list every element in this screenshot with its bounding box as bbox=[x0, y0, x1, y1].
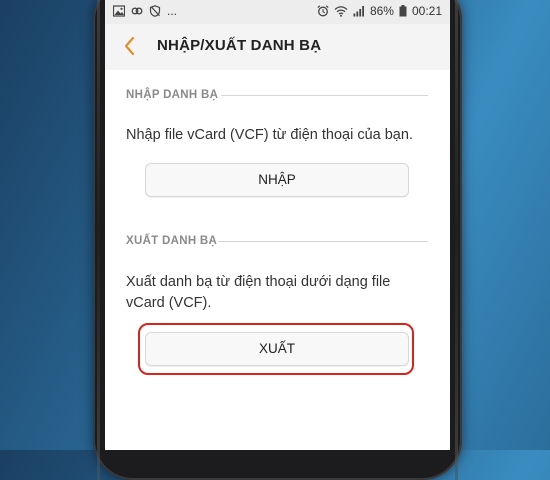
export-section-header: XUẤT DANH BẠ bbox=[126, 235, 218, 247]
battery-icon bbox=[399, 5, 407, 17]
content-panel: NHẬP DANH BẠ Nhập file vCard (VCF) từ đi… bbox=[105, 70, 450, 450]
page-title: NHẬP/XUẤT DANH BẠ bbox=[157, 37, 322, 54]
signal-icon bbox=[353, 6, 364, 17]
export-button[interactable]: XUẤT bbox=[145, 332, 409, 366]
status-time: 00:21 bbox=[411, 4, 442, 18]
status-overflow: ... bbox=[167, 4, 178, 18]
shield-off-icon bbox=[149, 5, 161, 17]
phone-screen: ... 86% 00:21 NHẬP/XUẤT DANH BẠ NHẬP DAN… bbox=[105, 0, 450, 450]
import-section-divider bbox=[221, 95, 428, 96]
status-right: 86% 00:21 bbox=[317, 4, 442, 18]
import-section-header: NHẬP DANH BẠ bbox=[126, 89, 219, 101]
wifi-icon bbox=[334, 6, 348, 17]
chevron-left-icon bbox=[124, 36, 135, 56]
import-button[interactable]: NHẬP bbox=[145, 163, 409, 197]
import-description: Nhập file vCard (VCF) từ điện thoại của … bbox=[126, 127, 413, 143]
image-icon bbox=[113, 5, 125, 17]
export-description: Xuất danh bạ từ điện thoại dưới dạng fil… bbox=[126, 274, 391, 311]
link-icon bbox=[131, 7, 143, 15]
app-bar: NHẬP/XUẤT DANH BẠ bbox=[105, 24, 450, 70]
alarm-icon bbox=[317, 5, 329, 17]
status-left: ... bbox=[113, 4, 177, 18]
export-section-divider bbox=[218, 241, 428, 242]
back-button[interactable] bbox=[119, 34, 141, 58]
battery-percent: 86% bbox=[369, 4, 394, 18]
status-bar: ... 86% 00:21 bbox=[105, 0, 450, 24]
